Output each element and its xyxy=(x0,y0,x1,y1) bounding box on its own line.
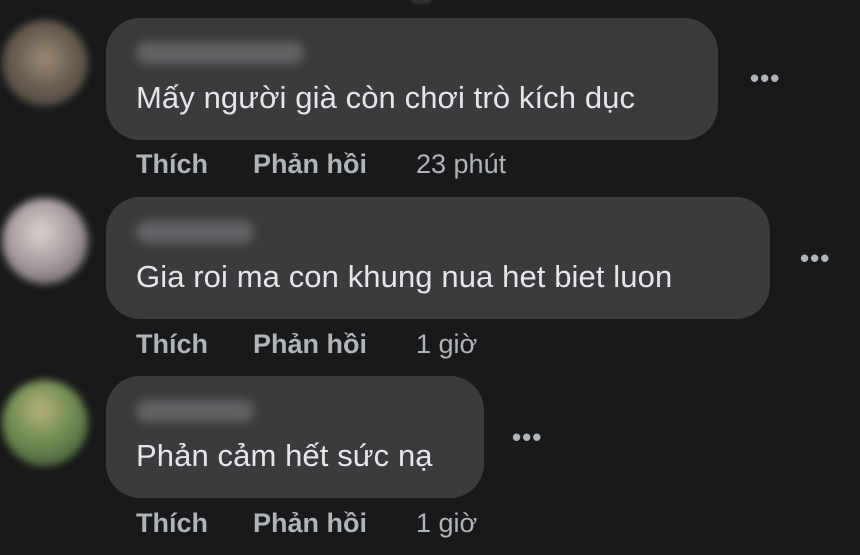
author-name-blurred[interactable] xyxy=(136,400,254,422)
author-name-blurred[interactable] xyxy=(136,221,254,243)
comment-text: Gia roi ma con khung nua het biet luon xyxy=(136,259,673,294)
comment-bubble: Mấy người già còn chơi trò kích dục xyxy=(106,18,718,140)
avatar[interactable] xyxy=(2,20,88,106)
comment-text: Mấy người già còn chơi trò kích dục xyxy=(136,80,636,115)
comment-thread: Mấy người già còn chơi trò kích dục ••• … xyxy=(0,0,860,555)
comment-timestamp[interactable]: 23 phút xyxy=(416,149,506,180)
like-button[interactable]: Thích xyxy=(136,329,253,360)
more-options-icon[interactable]: ••• xyxy=(512,424,542,450)
reply-button[interactable]: Phản hồi xyxy=(253,329,416,360)
comment-actions: Thích Phản hồi 23 phút xyxy=(136,149,506,180)
comment-timestamp[interactable]: 1 giờ xyxy=(416,329,477,360)
like-button[interactable]: Thích xyxy=(136,149,253,180)
reply-button[interactable]: Phản hồi xyxy=(253,508,416,539)
reply-button[interactable]: Phản hồi xyxy=(253,149,416,180)
comment-bubble: Phản cảm hết sức nạ xyxy=(106,376,484,498)
avatar[interactable] xyxy=(2,198,88,284)
more-options-icon[interactable]: ••• xyxy=(800,245,830,271)
comment-timestamp[interactable]: 1 giờ xyxy=(416,508,477,539)
comment-actions: Thích Phản hồi 1 giờ xyxy=(136,508,477,539)
like-button[interactable]: Thích xyxy=(136,508,253,539)
avatar[interactable] xyxy=(2,380,88,466)
author-name-blurred[interactable] xyxy=(136,42,304,64)
comment-text: Phản cảm hết sức nạ xyxy=(136,438,433,473)
comment-actions: Thích Phản hồi 1 giờ xyxy=(136,329,477,360)
more-options-icon[interactable]: ••• xyxy=(750,65,780,91)
comment-bubble: Gia roi ma con khung nua het biet luon xyxy=(106,197,770,319)
previous-comment-remnant xyxy=(410,0,432,4)
